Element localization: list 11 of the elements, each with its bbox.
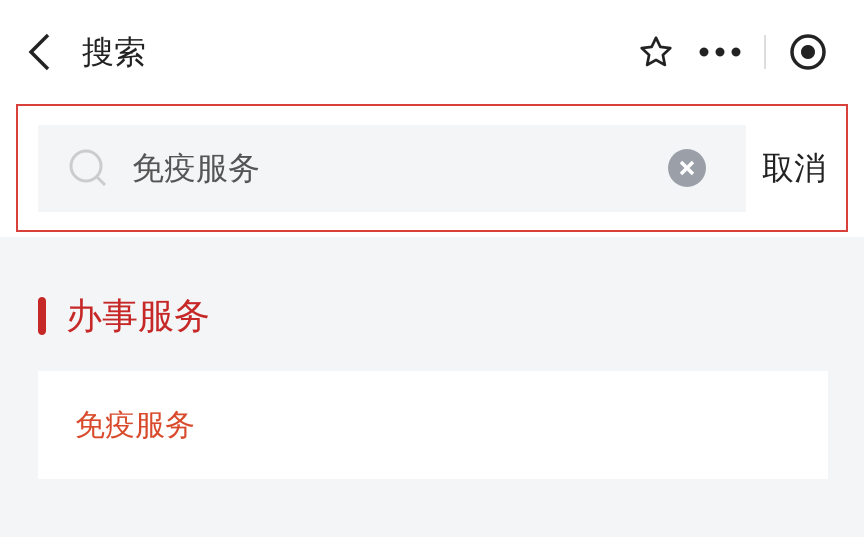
- clear-icon[interactable]: [668, 149, 706, 187]
- cancel-button[interactable]: 取消: [762, 144, 826, 192]
- section-title: 办事服务: [66, 294, 210, 338]
- search-field[interactable]: 免疫服务: [38, 124, 746, 212]
- section-marker: [38, 297, 46, 335]
- search-icon: [68, 148, 108, 188]
- page-title: 搜索: [82, 33, 146, 72]
- target-icon[interactable]: [788, 32, 828, 72]
- more-icon[interactable]: [698, 46, 742, 58]
- back-icon[interactable]: [26, 32, 52, 72]
- result-item[interactable]: 免疫服务: [38, 371, 828, 479]
